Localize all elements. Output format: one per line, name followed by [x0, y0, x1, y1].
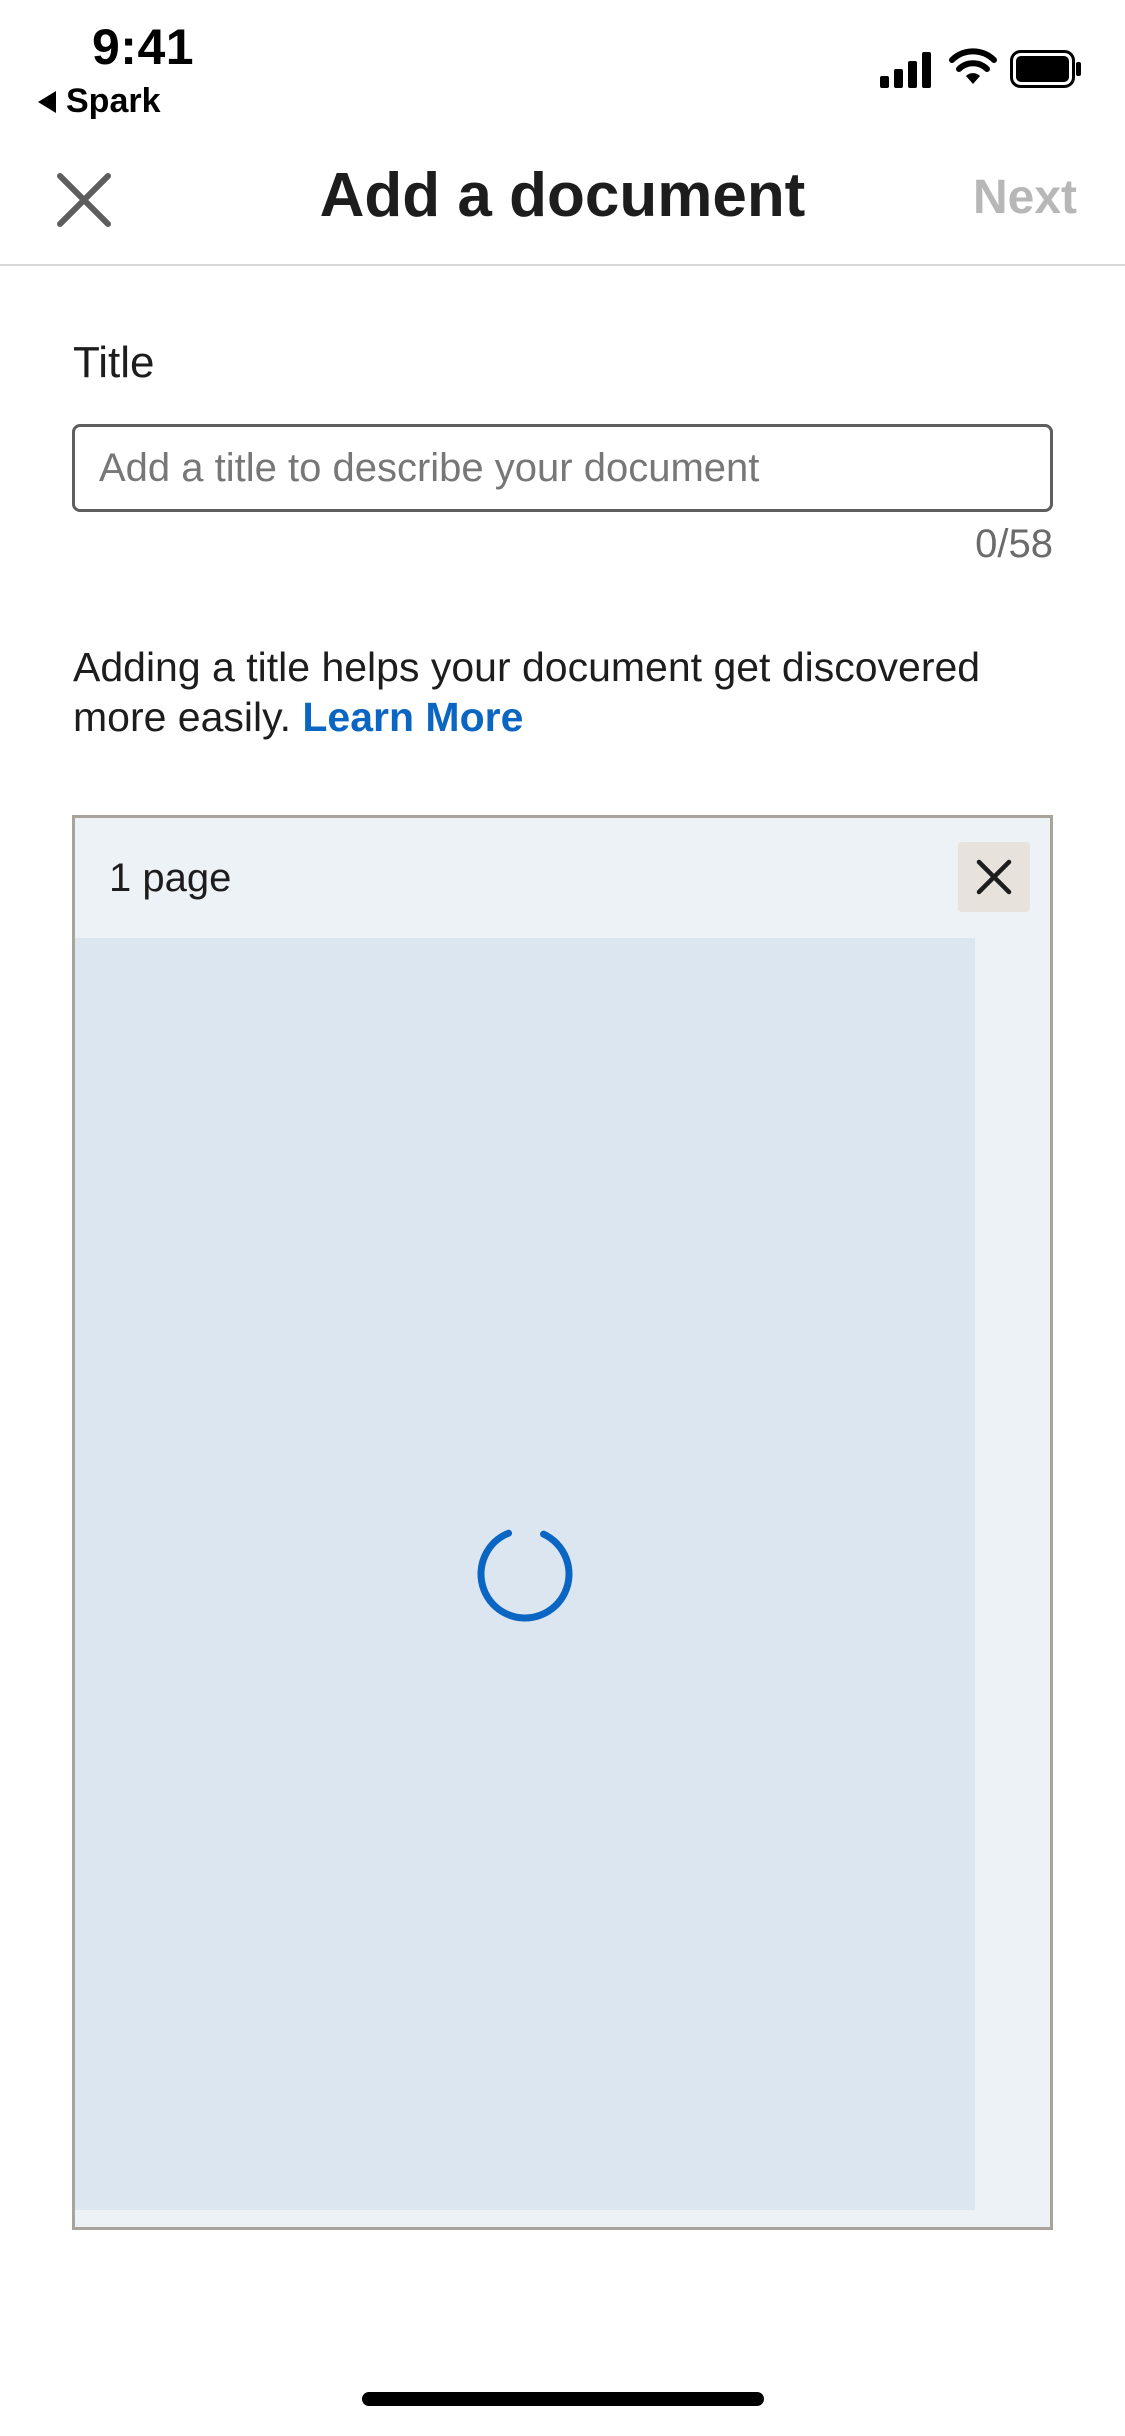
- back-to-app-button[interactable]: Spark: [38, 82, 161, 121]
- page-preview: [75, 938, 975, 2210]
- loading-spinner-icon: [477, 1526, 573, 1622]
- page-title: Add a document: [319, 161, 806, 230]
- back-app-label: Spark: [66, 82, 161, 120]
- home-indicator: [362, 2392, 764, 2406]
- learn-more-link[interactable]: Learn More: [302, 694, 523, 740]
- nav-header: Add a document Next: [0, 130, 1125, 266]
- back-triangle-icon: [38, 90, 56, 113]
- next-button[interactable]: Next: [973, 170, 1077, 225]
- helper-text: Adding a title helps your document get d…: [73, 642, 1063, 742]
- remove-document-button[interactable]: [958, 842, 1030, 912]
- title-input[interactable]: [72, 424, 1053, 512]
- page-count-label: 1 page: [109, 856, 232, 900]
- document-preview-card: 1 page: [72, 815, 1053, 2230]
- wifi-icon: [949, 48, 997, 84]
- status-bar: 9:41 Spark: [0, 0, 1125, 130]
- helper-message: Adding a title helps your document get d…: [73, 644, 981, 740]
- battery-icon: [1010, 50, 1081, 88]
- title-field-label: Title: [73, 338, 155, 387]
- signal-icon: [880, 52, 931, 88]
- close-icon: [976, 859, 1012, 895]
- character-counter: 0/58: [975, 522, 1053, 566]
- status-time: 9:41: [92, 19, 195, 75]
